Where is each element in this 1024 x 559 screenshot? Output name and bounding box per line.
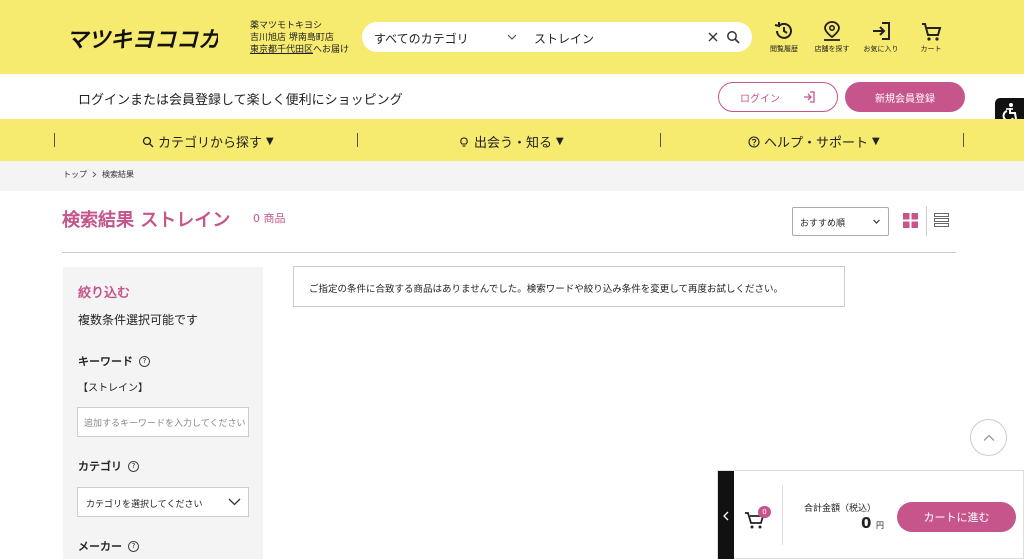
cart-label: カート xyxy=(920,45,942,53)
proceed-to-cart-button[interactable]: カートに進む xyxy=(897,502,1016,532)
help-icon[interactable]: ? xyxy=(128,540,139,552)
delivery-area-link[interactable]: 東京都千代田区 xyxy=(250,45,313,55)
category-select-value: カテゴリを選択してください xyxy=(86,500,203,510)
chevron-up-icon xyxy=(983,434,995,441)
history-label: 閲覧履歴 xyxy=(770,45,798,53)
search-icon[interactable] xyxy=(726,30,740,44)
help-icon[interactable]: ? xyxy=(139,355,150,367)
main-nav: カテゴリから探す ▼ 出会う・知る ▼ ヘルプ・サポート ▼ xyxy=(0,119,1024,161)
keyword-heading-label: キーワード xyxy=(78,355,133,368)
logo-text: マツキヨココカラ xyxy=(66,28,218,52)
cart-total-unit: 円 xyxy=(876,521,884,530)
keyword-input[interactable]: 追加するキーワードを入力してください xyxy=(77,407,249,437)
delivery-suffix: へお届け xyxy=(313,45,350,55)
sort-select[interactable]: おすすめ順 xyxy=(792,207,889,236)
chevron-left-icon xyxy=(723,511,729,521)
chevron-down-icon xyxy=(873,219,880,224)
store-finder-button[interactable]: 店舗を探す xyxy=(812,20,852,60)
category-heading: カテゴリ ? xyxy=(78,458,139,474)
nav-discover[interactable]: 出会う・知る ▼ xyxy=(458,132,564,151)
cart-total-value: 0 xyxy=(861,514,872,532)
nav-divider xyxy=(660,133,661,147)
filter-subtitle: 複数条件選択可能です xyxy=(78,313,199,327)
caret-down-icon: ▼ xyxy=(556,136,564,147)
question-icon xyxy=(748,135,760,148)
cart-count-badge: 0 xyxy=(758,506,771,518)
register-button[interactable]: 新規会員登録 xyxy=(845,82,965,112)
filter-title: 絞り込む xyxy=(78,286,131,301)
login-message: ログインまたは会員登録して楽しく便利にショッピング xyxy=(78,93,403,108)
chevron-down-icon xyxy=(507,34,517,40)
caret-down-icon: ▼ xyxy=(872,136,880,147)
login-bar: ログインまたは会員登録して楽しく便利にショッピング ログイン 新規会員登録 xyxy=(0,74,1024,119)
no-results-message: ご指定の条件に合致する商品はありませんでした。検索ワードや絞り込み条件を変更して… xyxy=(293,266,845,307)
filter-sidebar: 絞り込む 複数条件選択可能です キーワード ? 【ストレイン】 追加するキーワー… xyxy=(63,267,263,559)
cart-drawer: 0 合計金額（税込） 0 円 カートに進む xyxy=(717,470,1024,559)
login-button[interactable]: ログイン xyxy=(718,82,838,112)
favorite-enter-icon xyxy=(873,22,890,40)
nav-divider xyxy=(963,133,964,147)
view-toggle-divider xyxy=(926,206,927,236)
title-divider xyxy=(62,252,956,253)
cart-icon xyxy=(922,23,942,41)
breadcrumb: トップ 検索結果 xyxy=(63,169,134,180)
result-count: 0 商品 xyxy=(253,212,286,225)
back-to-top-button[interactable] xyxy=(970,419,1007,456)
grid-view-icon[interactable] xyxy=(903,213,918,228)
store-pin-icon xyxy=(824,21,840,41)
search-icon xyxy=(142,136,154,147)
history-button[interactable]: 閲覧履歴 xyxy=(764,20,804,60)
cart-drawer-toggle[interactable] xyxy=(718,471,734,559)
login-label: ログイン xyxy=(740,93,780,105)
search-input[interactable]: ストレイン xyxy=(534,30,594,47)
login-icon xyxy=(804,91,815,103)
lightbulb-icon xyxy=(460,136,468,147)
caret-down-icon: ▼ xyxy=(266,136,274,147)
nav-category[interactable]: カテゴリから探す ▼ xyxy=(142,132,274,151)
store-line-2: 吉川旭店 堺南島町店 xyxy=(250,33,334,43)
current-keyword: 【ストレイン】 xyxy=(78,383,148,394)
search-bar: すべてのカテゴリ ストレイン xyxy=(362,22,752,52)
category-heading-label: カテゴリ xyxy=(78,460,122,473)
breadcrumb-bar: トップ 検索結果 xyxy=(0,161,1024,191)
breadcrumb-top-link[interactable]: トップ xyxy=(63,169,87,180)
site-header: マツキヨココカラ 薬マツモトキヨシ 吉川旭店 堺南島町店 東京都千代田区へお届け… xyxy=(0,0,1024,74)
page-title: 検索結果 ストレイン xyxy=(62,210,231,231)
search-category-select[interactable]: すべてのカテゴリ xyxy=(374,30,469,47)
list-view-icon[interactable] xyxy=(934,213,949,228)
site-logo[interactable]: マツキヨココカラ xyxy=(66,22,218,52)
favorites-label: お気に入り xyxy=(863,45,899,53)
keyword-heading: キーワード ? xyxy=(78,353,150,369)
nav-help[interactable]: ヘルプ・サポート ▼ xyxy=(748,132,880,151)
store-line-1: 薬マツモトキヨシ xyxy=(250,21,323,31)
store-finder-label: 店舗を探す xyxy=(814,45,850,53)
maker-heading-label: メーカー xyxy=(78,540,122,553)
sort-selected-value: おすすめ順 xyxy=(800,219,846,229)
help-icon[interactable]: ? xyxy=(128,460,139,472)
breadcrumb-current: 検索結果 xyxy=(102,170,134,179)
nav-discover-label: 出会う・知る xyxy=(474,136,553,151)
maker-heading: メーカー ? xyxy=(78,538,139,554)
category-select[interactable]: カテゴリを選択してください xyxy=(77,487,249,517)
cart-button[interactable]: カート xyxy=(911,20,951,60)
history-icon xyxy=(774,22,792,39)
nav-category-label: カテゴリから探す xyxy=(158,136,263,151)
nav-help-label: ヘルプ・サポート xyxy=(764,136,869,151)
chevron-right-icon xyxy=(92,171,97,178)
cart-divider xyxy=(782,485,783,545)
favorites-button[interactable]: お気に入り xyxy=(861,20,901,60)
nav-divider xyxy=(357,133,358,147)
chevron-down-icon xyxy=(228,498,241,506)
cart-total-label: 合計金額（税込） xyxy=(804,504,877,514)
nav-divider xyxy=(54,133,55,147)
clear-icon[interactable] xyxy=(706,30,720,44)
delivery-store-info[interactable]: 薬マツモトキヨシ 吉川旭店 堺南島町店 東京都千代田区へお届け xyxy=(250,20,349,56)
